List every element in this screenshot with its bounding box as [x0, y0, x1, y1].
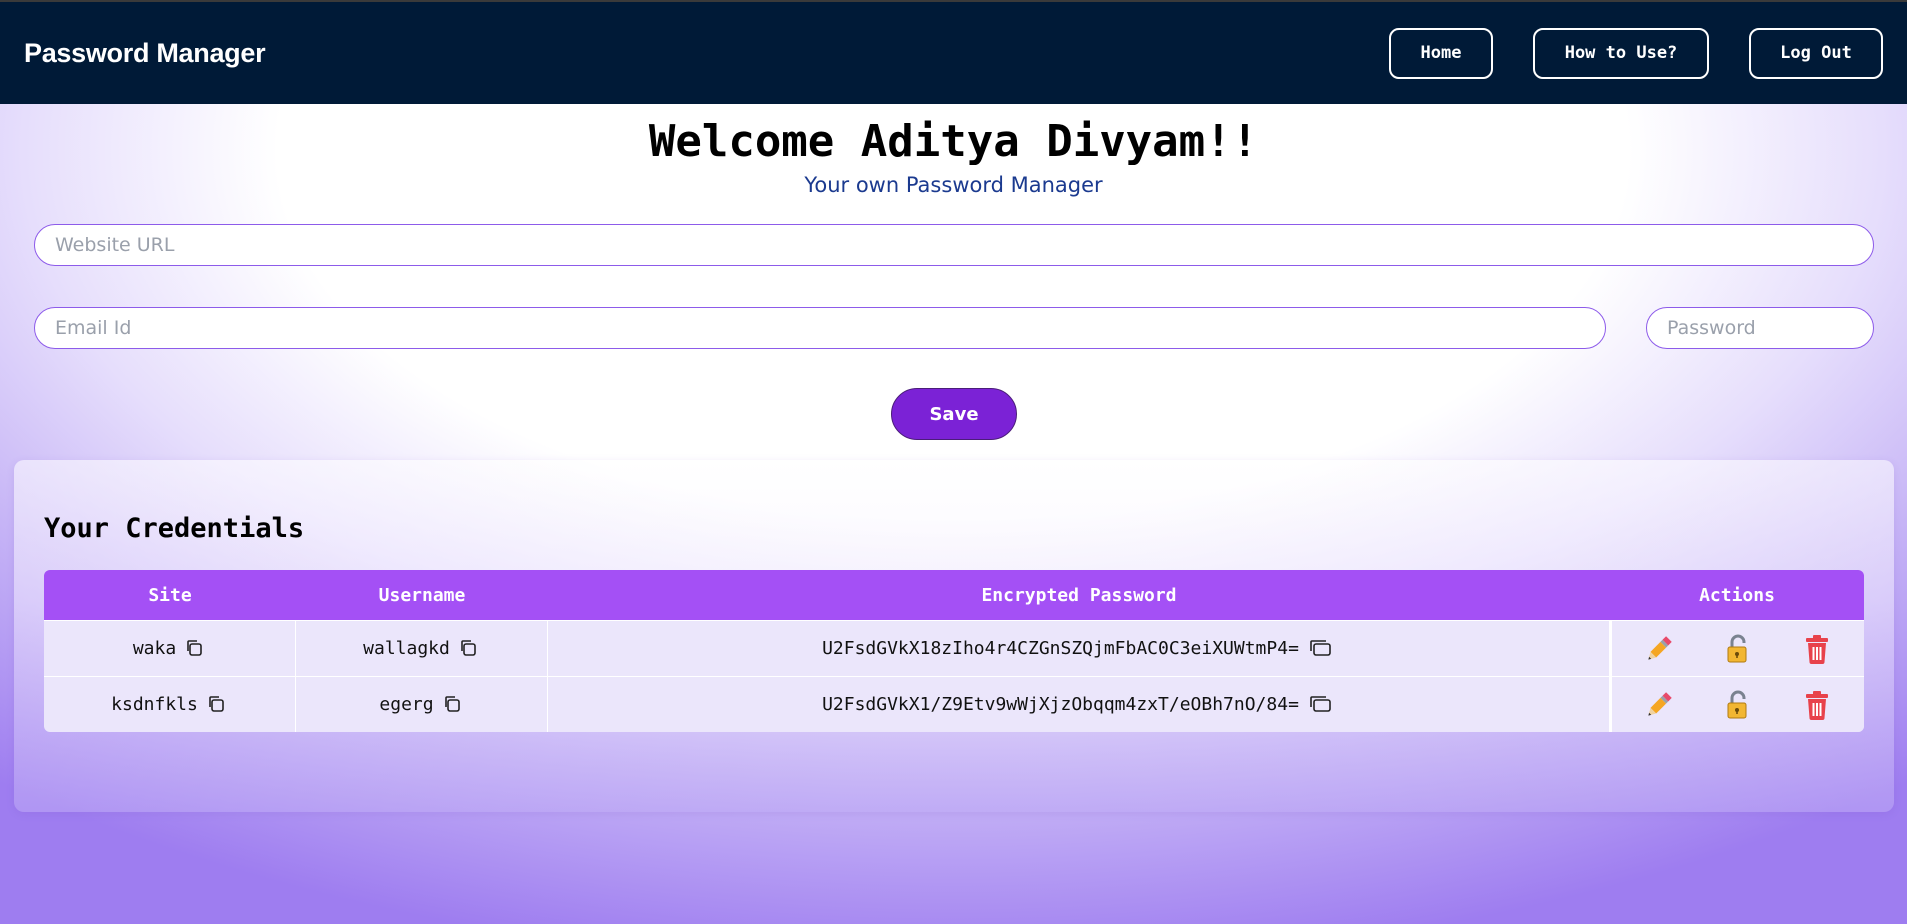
website-url-input[interactable] — [34, 224, 1874, 266]
pencil-icon[interactable] — [1641, 631, 1677, 667]
copy-icon[interactable] — [458, 638, 480, 660]
column-site: Site — [148, 584, 192, 606]
navbar: Password Manager Home How to Use? Log Ou… — [0, 0, 1907, 104]
trash-icon[interactable] — [1799, 631, 1835, 667]
column-encrypted-password: Encrypted Password — [981, 584, 1177, 606]
site-cell: waka — [44, 621, 296, 676]
copy-icon[interactable] — [1307, 694, 1335, 716]
credentials-heading: Your Credentials — [44, 513, 305, 544]
unlock-icon[interactable] — [1720, 687, 1756, 723]
copy-icon[interactable] — [442, 694, 464, 716]
site-text: waka — [132, 638, 177, 659]
password-cell: U2FsdGVkX1/Z9Etv9wWjXjzObqqm4zxT/eOBh7nO… — [548, 677, 1610, 732]
how-to-use-button[interactable]: How to Use? — [1533, 27, 1709, 79]
actions-cell — [1610, 621, 1864, 676]
username-cell: wallagkd — [296, 621, 548, 676]
copy-icon[interactable] — [184, 638, 206, 660]
brand-logo: Password Manager — [24, 37, 266, 68]
page-subtitle: Your own Password Manager — [804, 173, 1103, 197]
nav-buttons: Home How to Use? Log Out — [1389, 27, 1883, 79]
table-row: ksdnfkls egerg U2FsdGVkX1/Z9Etv9wWjXjzOb… — [44, 676, 1864, 732]
credentials-table: Site Username Encrypted Password Actions… — [44, 570, 1864, 732]
copy-icon[interactable] — [206, 694, 228, 716]
password-input[interactable] — [1646, 307, 1874, 349]
table-header: Site Username Encrypted Password Actions — [44, 570, 1864, 620]
username-text: egerg — [379, 694, 434, 715]
column-username: Username — [378, 584, 466, 606]
email-input[interactable] — [34, 307, 1606, 349]
username-text: wallagkd — [363, 638, 450, 659]
page-title: Welcome Aditya Divyam!! — [648, 116, 1259, 167]
password-text: U2FsdGVkX18zIho4r4CZGnSZQjmFbAC0C3eiXUWt… — [822, 638, 1299, 659]
pencil-icon[interactable] — [1641, 687, 1677, 723]
column-actions: Actions — [1699, 584, 1775, 606]
actions-cell — [1610, 677, 1864, 732]
username-cell: egerg — [296, 677, 548, 732]
site-text: ksdnfkls — [111, 694, 198, 715]
trash-icon[interactable] — [1799, 687, 1835, 723]
table-row: waka wallagkd U2FsdGVkX18zIho4r4CZGnSZQj… — [44, 620, 1864, 676]
site-cell: ksdnfkls — [44, 677, 296, 732]
unlock-icon[interactable] — [1720, 631, 1756, 667]
logout-button[interactable]: Log Out — [1749, 27, 1883, 79]
home-button[interactable]: Home — [1389, 27, 1493, 79]
copy-icon[interactable] — [1307, 638, 1335, 660]
save-button[interactable]: Save — [891, 388, 1017, 440]
password-cell: U2FsdGVkX18zIho4r4CZGnSZQjmFbAC0C3eiXUWt… — [548, 621, 1610, 676]
password-text: U2FsdGVkX1/Z9Etv9wWjXjzObqqm4zxT/eOBh7nO… — [822, 694, 1299, 715]
